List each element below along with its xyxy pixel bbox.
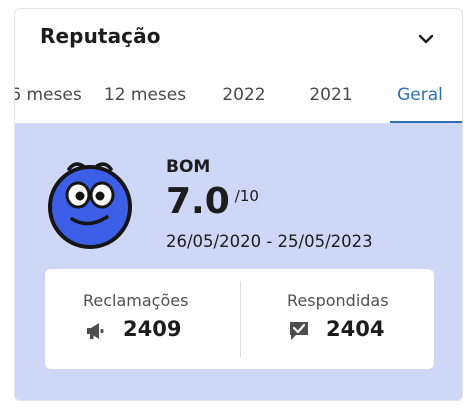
answered-label: Respondidas — [287, 291, 389, 310]
tab-2021[interactable]: 2021 — [286, 81, 376, 115]
score-value: 7.0 — [166, 181, 230, 222]
tab-2022[interactable]: 2022 — [199, 81, 289, 115]
period-tabs: 6 meses 12 meses 2022 2021 Geral — [15, 81, 462, 115]
chevron-down-icon[interactable] — [418, 33, 434, 45]
stats-box: Reclamações 2409 Respondidas 2404 — [45, 269, 434, 369]
rating-label: BOM — [166, 157, 211, 177]
complaints-count: 2409 — [123, 317, 182, 341]
card-title: Reputação — [40, 24, 161, 48]
period-range: 26/05/2020 - 25/05/2023 — [166, 232, 373, 251]
score: 7.0/10 — [166, 181, 259, 227]
complaints-label: Reclamações — [83, 291, 189, 310]
stats-divider — [240, 281, 241, 357]
smiley-face-icon — [48, 162, 132, 249]
card-header[interactable]: Reputação — [15, 9, 462, 67]
tab-12-meses[interactable]: 12 meses — [95, 81, 195, 115]
chat-check-icon — [290, 322, 308, 340]
tab-geral[interactable]: Geral — [376, 81, 462, 115]
answered-count: 2404 — [326, 317, 385, 341]
tab-6-meses[interactable]: 6 meses — [15, 81, 91, 115]
megaphone-icon — [87, 323, 104, 339]
reputation-card: Reputação 6 meses 12 meses 2022 2021 Ger… — [14, 8, 463, 401]
score-max: /10 — [234, 187, 259, 205]
